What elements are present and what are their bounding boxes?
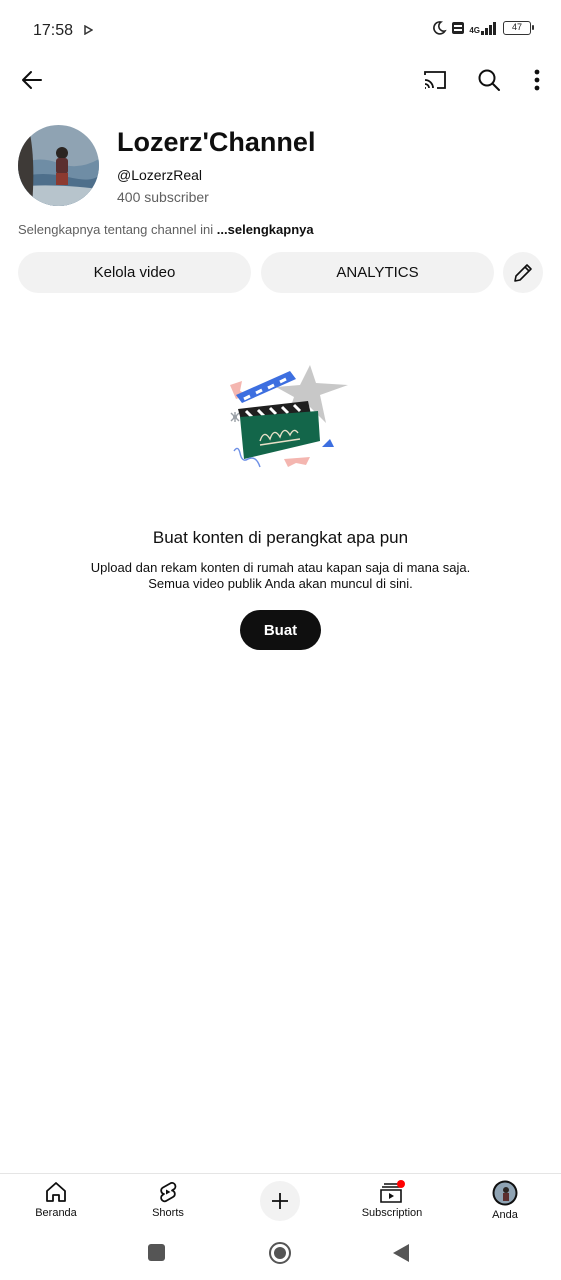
profile-avatar-icon — [492, 1180, 518, 1206]
avatar-image — [18, 125, 99, 206]
channel-avatar[interactable] — [18, 125, 99, 206]
back-triangle-icon[interactable] — [392, 1243, 410, 1263]
channel-name: Lozerz'Channel — [117, 127, 316, 157]
system-navigation-bar — [0, 1230, 561, 1280]
moon-icon — [433, 21, 448, 35]
subscriber-count: 400 subscriber — [117, 189, 209, 205]
manage-videos-label: Kelola video — [93, 264, 176, 281]
network-indicator: 4G — [469, 21, 499, 35]
status-bar: 17:58 4G 47 — [0, 0, 561, 60]
edit-channel-button[interactable] — [503, 252, 543, 293]
media-play-icon — [84, 25, 93, 35]
analytics-label: ANALYTICS — [336, 264, 419, 281]
about-more-label: ...selengkapnya — [216, 222, 314, 237]
back-arrow-icon — [22, 71, 42, 89]
top-app-bar — [0, 60, 561, 104]
nav-you-label: Anda — [492, 1209, 518, 1221]
shorts-icon — [160, 1182, 177, 1203]
network-type: 4G — [469, 25, 480, 35]
nav-subscription-label: Subscription — [361, 1207, 423, 1219]
back-button[interactable] — [12, 60, 52, 100]
empty-state-line-2: Semua video publik Anda akan muncul di s… — [148, 576, 413, 591]
nav-home-label: Beranda — [35, 1207, 77, 1219]
manage-videos-button[interactable]: Kelola video — [18, 252, 251, 293]
more-vert-icon — [534, 69, 540, 91]
status-time: 17:58 — [33, 22, 74, 39]
channel-handle: @LozerzReal — [117, 167, 203, 183]
nav-subscription[interactable]: Subscription — [347, 1180, 437, 1219]
empty-state-line-1: Upload dan rekam konten di rumah atau ka… — [90, 560, 471, 575]
signal-icon — [481, 21, 496, 35]
status-icons: 4G 47 — [431, 20, 534, 36]
subscriptions-icon — [380, 1180, 405, 1203]
pencil-icon — [514, 263, 532, 282]
create-button-label: Buat — [263, 621, 298, 639]
nav-create-button[interactable] — [260, 1181, 300, 1221]
nav-shorts[interactable]: Shorts — [123, 1180, 213, 1219]
volte-icon — [452, 22, 465, 34]
empty-state-title: Buat konten di perangkat apa pun — [152, 528, 409, 547]
nav-shorts-label: Shorts — [152, 1207, 184, 1219]
recents-button[interactable] — [148, 1244, 165, 1261]
create-button[interactable]: Buat — [240, 610, 321, 650]
home-icon — [46, 1182, 66, 1202]
nav-home[interactable]: Beranda — [11, 1180, 101, 1219]
plus-icon — [272, 1193, 288, 1209]
battery-indicator: 47 — [503, 21, 534, 35]
home-circle-icon[interactable] — [268, 1241, 292, 1265]
cast-button[interactable] — [415, 60, 455, 100]
about-text: Selengkapnya tentang channel ini — [18, 222, 214, 237]
more-options-button[interactable] — [517, 60, 557, 100]
cast-icon — [424, 71, 446, 89]
channel-about-link[interactable]: Selengkapnya tentang channel ini ...sele… — [18, 222, 314, 237]
analytics-button[interactable]: ANALYTICS — [261, 252, 494, 293]
clapperboard-illustration — [230, 365, 348, 468]
search-button[interactable] — [469, 60, 509, 100]
nav-you[interactable]: Anda — [460, 1180, 550, 1221]
search-icon — [478, 69, 500, 91]
notification-dot — [397, 1180, 405, 1188]
empty-state-description: Upload dan rekam konten di rumah atau ka… — [0, 560, 561, 592]
bottom-navigation: Beranda Shorts Subscription Anda — [0, 1173, 561, 1230]
